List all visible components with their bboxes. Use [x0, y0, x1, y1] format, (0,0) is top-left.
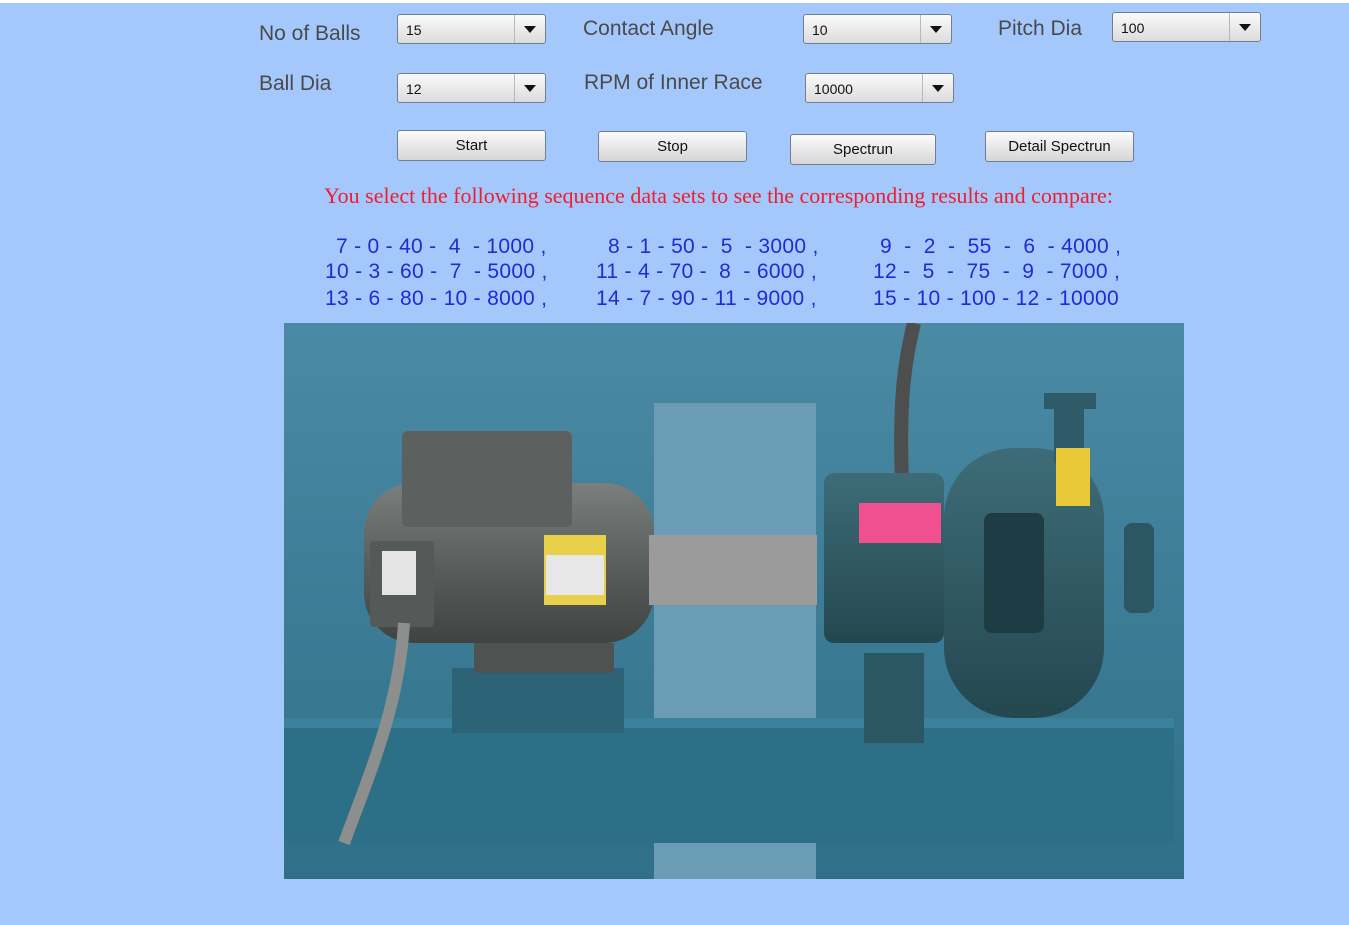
pitch-dia-select[interactable]: 100	[1112, 12, 1261, 42]
instruction-text: You select the following sequence data s…	[324, 183, 1113, 208]
sequence-item: 13 - 6 - 80 - 10 - 8000 ,	[325, 287, 548, 310]
spectrum-button[interactable]: Spectrun	[790, 134, 936, 165]
sequence-item: 12 - 5 - 75 - 9 - 7000 ,	[873, 260, 1121, 283]
rpm-inner-race-value: 10000	[814, 81, 853, 97]
sequence-item: 11 - 4 - 70 - 8 - 6000 ,	[596, 260, 818, 283]
rpm-inner-race-label: RPM of Inner Race	[584, 71, 763, 94]
contact-angle-value: 10	[812, 22, 828, 38]
detail-spectrum-button[interactable]: Detail Spectrun	[985, 131, 1134, 162]
sequence-item: 9 - 2 - 55 - 6 - 4000 ,	[880, 235, 1122, 258]
chevron-down-icon[interactable]	[1229, 13, 1260, 41]
no-of-balls-select[interactable]: 15	[397, 14, 546, 44]
stop-button[interactable]: Stop	[598, 131, 747, 162]
no-of-balls-value: 15	[406, 22, 422, 38]
ball-dia-select[interactable]: 12	[397, 73, 546, 103]
contact-angle-label: Contact Angle	[583, 17, 714, 40]
rpm-inner-race-select[interactable]: 10000	[805, 73, 954, 103]
motor-pump-image	[284, 323, 1184, 879]
ball-dia-value: 12	[406, 81, 422, 97]
contact-angle-select[interactable]: 10	[803, 14, 952, 44]
motor-pump-illustration	[284, 323, 1184, 879]
top-border	[0, 0, 1349, 3]
chevron-down-icon[interactable]	[514, 74, 545, 102]
chevron-down-icon[interactable]	[514, 15, 545, 43]
pitch-dia-value: 100	[1121, 20, 1145, 36]
sequence-item: 14 - 7 - 90 - 11 - 9000 ,	[596, 287, 817, 310]
pitch-dia-label: Pitch Dia	[998, 17, 1083, 40]
sequence-item: 15 - 10 - 100 - 12 - 10000	[873, 287, 1119, 310]
start-button[interactable]: Start	[397, 130, 546, 161]
no-of-balls-label: No of Balls	[259, 22, 361, 45]
chevron-down-icon[interactable]	[920, 15, 951, 43]
chevron-down-icon[interactable]	[922, 74, 953, 102]
sequence-item: 7 - 0 - 40 - 4 - 1000 ,	[336, 235, 547, 258]
sequence-item: 8 - 1 - 50 - 5 - 3000 ,	[608, 235, 819, 258]
sequence-item: 10 - 3 - 60 - 7 - 5000 ,	[325, 260, 548, 283]
ball-dia-label: Ball Dia	[259, 72, 332, 95]
